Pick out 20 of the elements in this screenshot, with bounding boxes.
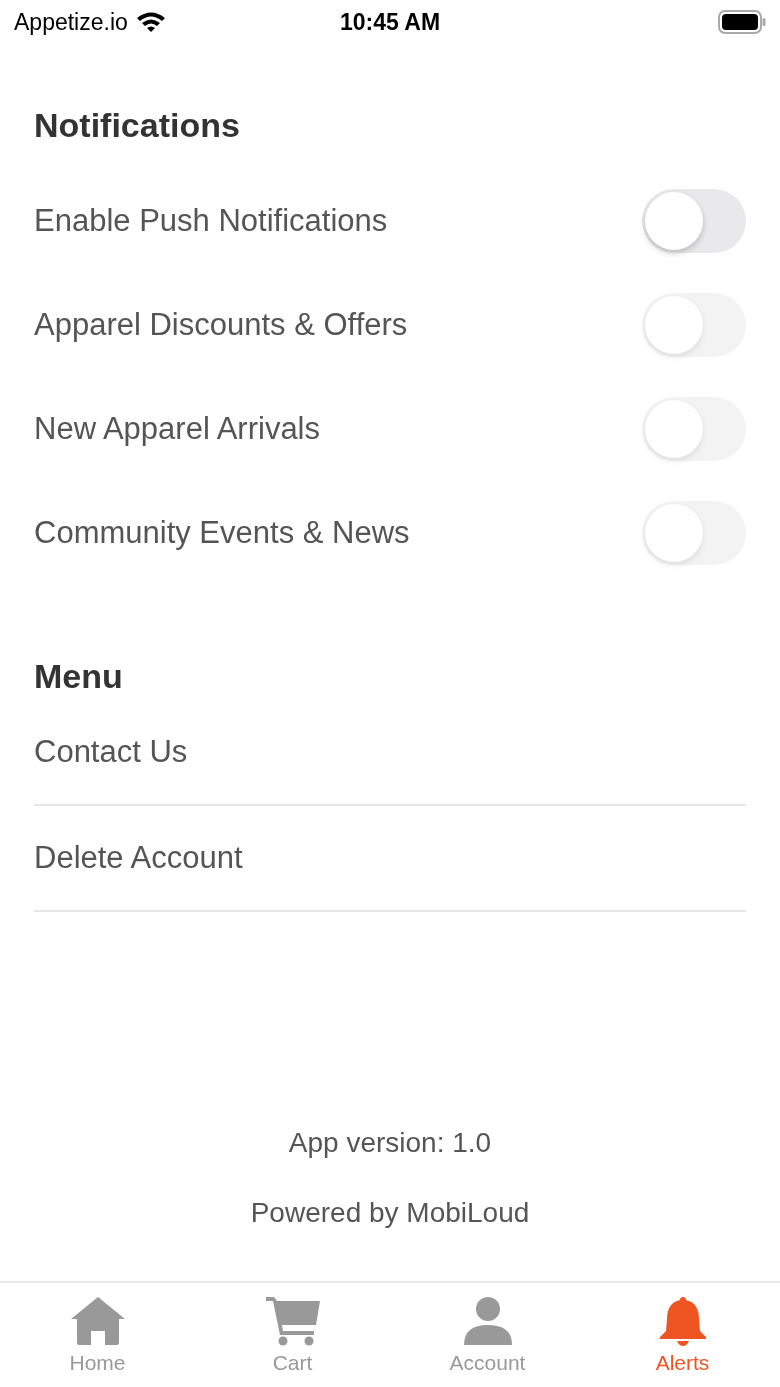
carrier-name: Appetize.io	[14, 8, 128, 36]
tab-item[interactable]: Home	[0, 1283, 195, 1387]
setting-label: Enable Push Notifications	[34, 203, 388, 239]
powered-by: Powered by MobiLoud	[250, 1197, 530, 1229]
setting-label: Community Events & News	[34, 515, 410, 551]
app-version: App version: 1.0	[288, 1127, 492, 1159]
wifi-icon	[135, 11, 166, 33]
section-title: Menu	[34, 657, 124, 696]
battery-icon	[718, 10, 766, 34]
tab-item[interactable]: Account	[390, 1283, 585, 1387]
tab-item[interactable]: Alerts	[585, 1283, 780, 1387]
setting-label: Apparel Discounts & Offers	[34, 307, 408, 343]
cart-icon	[263, 1295, 322, 1347]
setting-label: New Apparel Arrivals	[34, 411, 320, 447]
section-title: Notifications	[34, 106, 241, 145]
status-time: 10:45 AM	[339, 8, 441, 36]
menu-item[interactable]: Contact Us	[34, 700, 746, 806]
tab-item[interactable]: Cart	[195, 1283, 390, 1387]
toggle-switch[interactable]	[642, 189, 746, 253]
menu-item[interactable]: Delete Account	[34, 806, 746, 912]
